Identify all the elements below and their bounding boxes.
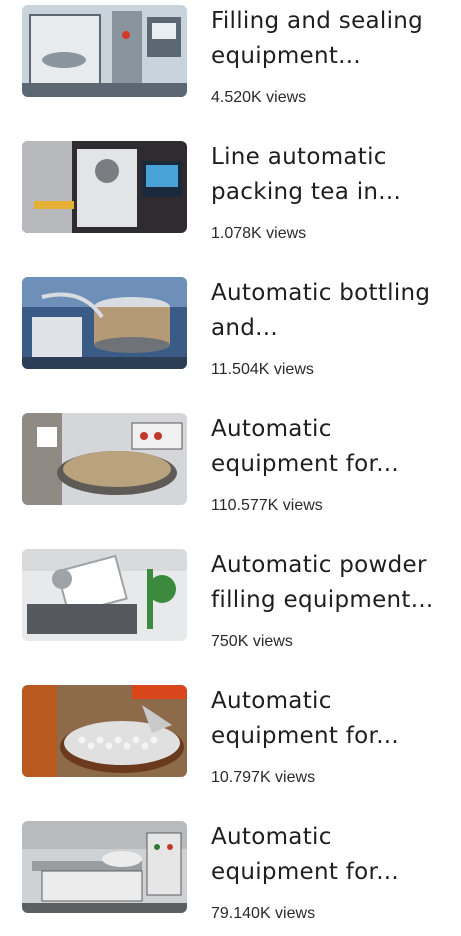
- video-thumbnail[interactable]: [22, 5, 187, 97]
- video-views: 10.797K views: [211, 769, 316, 786]
- video-thumbnail[interactable]: [22, 413, 187, 505]
- video-title[interactable]: Automatic equipment for...: [211, 412, 449, 482]
- video-views: 110.577K views: [211, 497, 323, 514]
- video-thumbnail[interactable]: [22, 549, 187, 641]
- video-views: 750K views: [211, 633, 293, 650]
- video-item[interactable]: Automatic equipment for... 79.140K views: [0, 816, 461, 936]
- powder-filling-machine-photo: [22, 549, 187, 641]
- video-item[interactable]: Line automatic packing tea in... 1.078K …: [0, 136, 461, 256]
- video-views: 4.520K views: [211, 89, 307, 106]
- video-title[interactable]: Automatic equipment for...: [211, 820, 449, 890]
- video-thumbnail[interactable]: [22, 277, 187, 369]
- video-thumbnail[interactable]: [22, 821, 187, 913]
- video-views: 79.140K views: [211, 905, 316, 922]
- filling-machine-photo: [22, 5, 187, 97]
- video-item[interactable]: Automatic powder filling equipment... 75…: [0, 544, 461, 664]
- video-item[interactable]: Filling and sealing equipment... 4.520K …: [0, 0, 461, 120]
- video-views: 11.504K views: [211, 361, 314, 378]
- tea-packing-machine-photo: [22, 141, 187, 233]
- video-item[interactable]: Automatic equipment for... 110.577K view…: [0, 408, 461, 528]
- video-thumbnail[interactable]: [22, 141, 187, 233]
- video-title[interactable]: Automatic powder filling equipment...: [211, 548, 449, 618]
- conveyor-equipment-photo: [22, 821, 187, 913]
- video-title[interactable]: Filling and sealing equipment...: [211, 4, 449, 74]
- video-title[interactable]: Automatic equipment for...: [211, 684, 449, 754]
- video-title[interactable]: Automatic bottling and...: [211, 276, 449, 346]
- video-thumbnail[interactable]: [22, 685, 187, 777]
- video-list: Filling and sealing equipment... 4.520K …: [0, 0, 461, 925]
- bottling-machine-photo: [22, 277, 187, 369]
- rotary-equipment-photo: [22, 413, 187, 505]
- video-views: 1.078K views: [211, 225, 307, 242]
- video-item[interactable]: Automatic bottling and... 11.504K views: [0, 272, 461, 392]
- bottle-sorting-machine-photo: [22, 685, 187, 777]
- video-item[interactable]: Automatic equipment for... 10.797K views: [0, 680, 461, 800]
- video-title[interactable]: Line automatic packing tea in...: [211, 140, 449, 210]
